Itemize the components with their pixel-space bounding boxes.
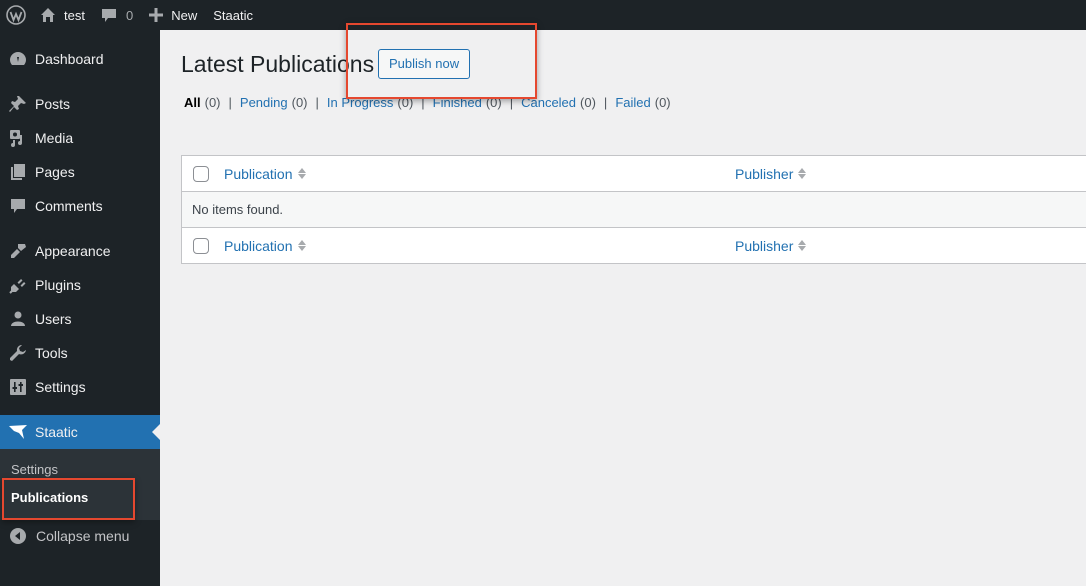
staatic-adminbar-link[interactable]: Staatic [205, 0, 261, 30]
sidebar-item-comments[interactable]: Comments [0, 189, 160, 223]
select-all-checkbox[interactable] [193, 165, 209, 182]
status-filter-links: All (0) | Pending (0) | In Progress (0) … [184, 95, 671, 110]
sort-icon [798, 240, 807, 251]
sort-icon [297, 240, 306, 251]
column-publisher-label: Publisher [735, 165, 794, 182]
column-publisher-sort-footer[interactable]: Publisher [735, 237, 807, 254]
filter-separator: | [315, 95, 319, 110]
filter-count: (0) [204, 95, 221, 110]
sidebar-item-dashboard[interactable]: Dashboard [0, 42, 160, 76]
sidebar-item-media[interactable]: Media [0, 121, 160, 155]
column-publication-sort-footer[interactable]: Publication [224, 238, 306, 254]
sidebar-item-label: Dashboard [35, 51, 104, 67]
column-publication-label: Publication [224, 165, 293, 182]
collapse-arrow-icon [10, 528, 26, 544]
sidebar-item-label: Pages [35, 164, 75, 180]
site-name: test [64, 7, 85, 23]
sidebar-item-label: Posts [35, 96, 71, 112]
publish-now-button[interactable]: Publish now [378, 49, 471, 79]
new-content-link[interactable]: New [141, 0, 205, 30]
sidebar-item-posts[interactable]: Posts [0, 87, 160, 121]
admin-sidebar: Dashboard Posts Media Pages Comments App… [0, 30, 160, 586]
filter-pending[interactable]: Pending [240, 95, 288, 110]
sidebar-item-pages[interactable]: Pages [0, 155, 160, 189]
filter-separator: | [228, 95, 232, 110]
select-all-checkbox-footer[interactable] [193, 237, 209, 254]
sidebar-item-label: Plugins [35, 277, 81, 293]
filter-all[interactable]: All [184, 95, 201, 110]
sidebar-item-label: Settings [35, 379, 86, 395]
filter-count: (0) [580, 95, 596, 110]
staatic-submenu: Settings Publications [0, 449, 160, 520]
submenu-item-settings[interactable]: Settings [11, 462, 58, 477]
settings-sliders-icon [10, 379, 26, 395]
sidebar-item-label: Media [35, 130, 74, 146]
sidebar-item-appearance[interactable]: Appearance [0, 234, 160, 268]
user-icon [11, 311, 25, 326]
paintbrush-icon [11, 244, 26, 258]
filter-separator: | [509, 95, 514, 110]
main-content: Latest Publications Publish now All (0) … [160, 30, 1086, 586]
table-footer-row: Publication Publisher [182, 227, 1086, 263]
filter-separator: | [421, 95, 425, 110]
sidebar-item-label: Users [35, 311, 72, 327]
sort-icon [297, 168, 306, 179]
publications-table: Publication Publisher No items found. Pu… [181, 155, 1086, 264]
sidebar-item-label: Tools [35, 345, 68, 361]
home-icon [41, 8, 55, 22]
table-empty-row: No items found. [182, 192, 1086, 227]
filter-in-progress[interactable]: In Progress [327, 95, 393, 110]
comments-count: 0 [125, 7, 134, 23]
pushpin-icon [9, 96, 26, 112]
sidebar-item-plugins[interactable]: Plugins [0, 268, 160, 302]
media-icon [10, 130, 22, 147]
filter-canceled[interactable]: Canceled [521, 95, 576, 110]
filter-count: (0) [485, 95, 502, 110]
filter-count: (0) [397, 95, 414, 110]
comment-bubble-icon [101, 9, 116, 22]
column-publication-label: Publication [224, 237, 293, 254]
staatic-label: Staatic [213, 7, 253, 23]
column-publication-sort[interactable]: Publication [224, 166, 306, 182]
comment-bubble-icon [11, 199, 25, 213]
filter-finished[interactable]: Finished [433, 95, 482, 110]
filter-count: (0) [654, 95, 671, 110]
page-title: Latest Publications [181, 51, 375, 77]
sidebar-item-label: Appearance [35, 243, 111, 259]
wrench-icon [10, 345, 26, 361]
column-publisher-sort[interactable]: Publisher [735, 165, 807, 182]
sidebar-item-settings[interactable]: Settings [0, 370, 160, 404]
table-header-row: Publication Publisher [182, 156, 1086, 192]
dashboard-gauge-icon [10, 52, 26, 65]
pages-icon [11, 164, 25, 180]
plus-icon [149, 8, 164, 22]
sidebar-item-label: Staatic [35, 424, 78, 440]
sidebar-item-tools[interactable]: Tools [0, 336, 160, 370]
sidebar-item-staatic[interactable]: Staatic [0, 415, 160, 449]
submenu-item-publications[interactable]: Publications [11, 490, 88, 505]
wordpress-logo-button[interactable] [0, 0, 32, 30]
plug-icon [9, 279, 26, 294]
collapse-menu-label: Collapse menu [36, 528, 130, 544]
sidebar-item-users[interactable]: Users [0, 302, 160, 336]
empty-message: No items found. [192, 202, 284, 217]
filter-count: (0) [291, 95, 308, 110]
collapse-menu-button[interactable]: Collapse menu [0, 521, 160, 551]
wordpress-logo-icon [6, 5, 26, 25]
filter-separator: | [603, 95, 608, 110]
filter-failed[interactable]: Failed [615, 95, 650, 110]
admin-bar: test 0 New Staatic [0, 0, 1086, 30]
new-label: New [171, 7, 198, 23]
comments-link[interactable]: 0 [93, 0, 141, 30]
site-name-link[interactable]: test [32, 0, 93, 30]
sidebar-item-label: Comments [35, 198, 103, 214]
sort-icon [798, 168, 807, 179]
column-publisher-label: Publisher [735, 237, 794, 254]
staatic-bird-icon [9, 425, 27, 439]
